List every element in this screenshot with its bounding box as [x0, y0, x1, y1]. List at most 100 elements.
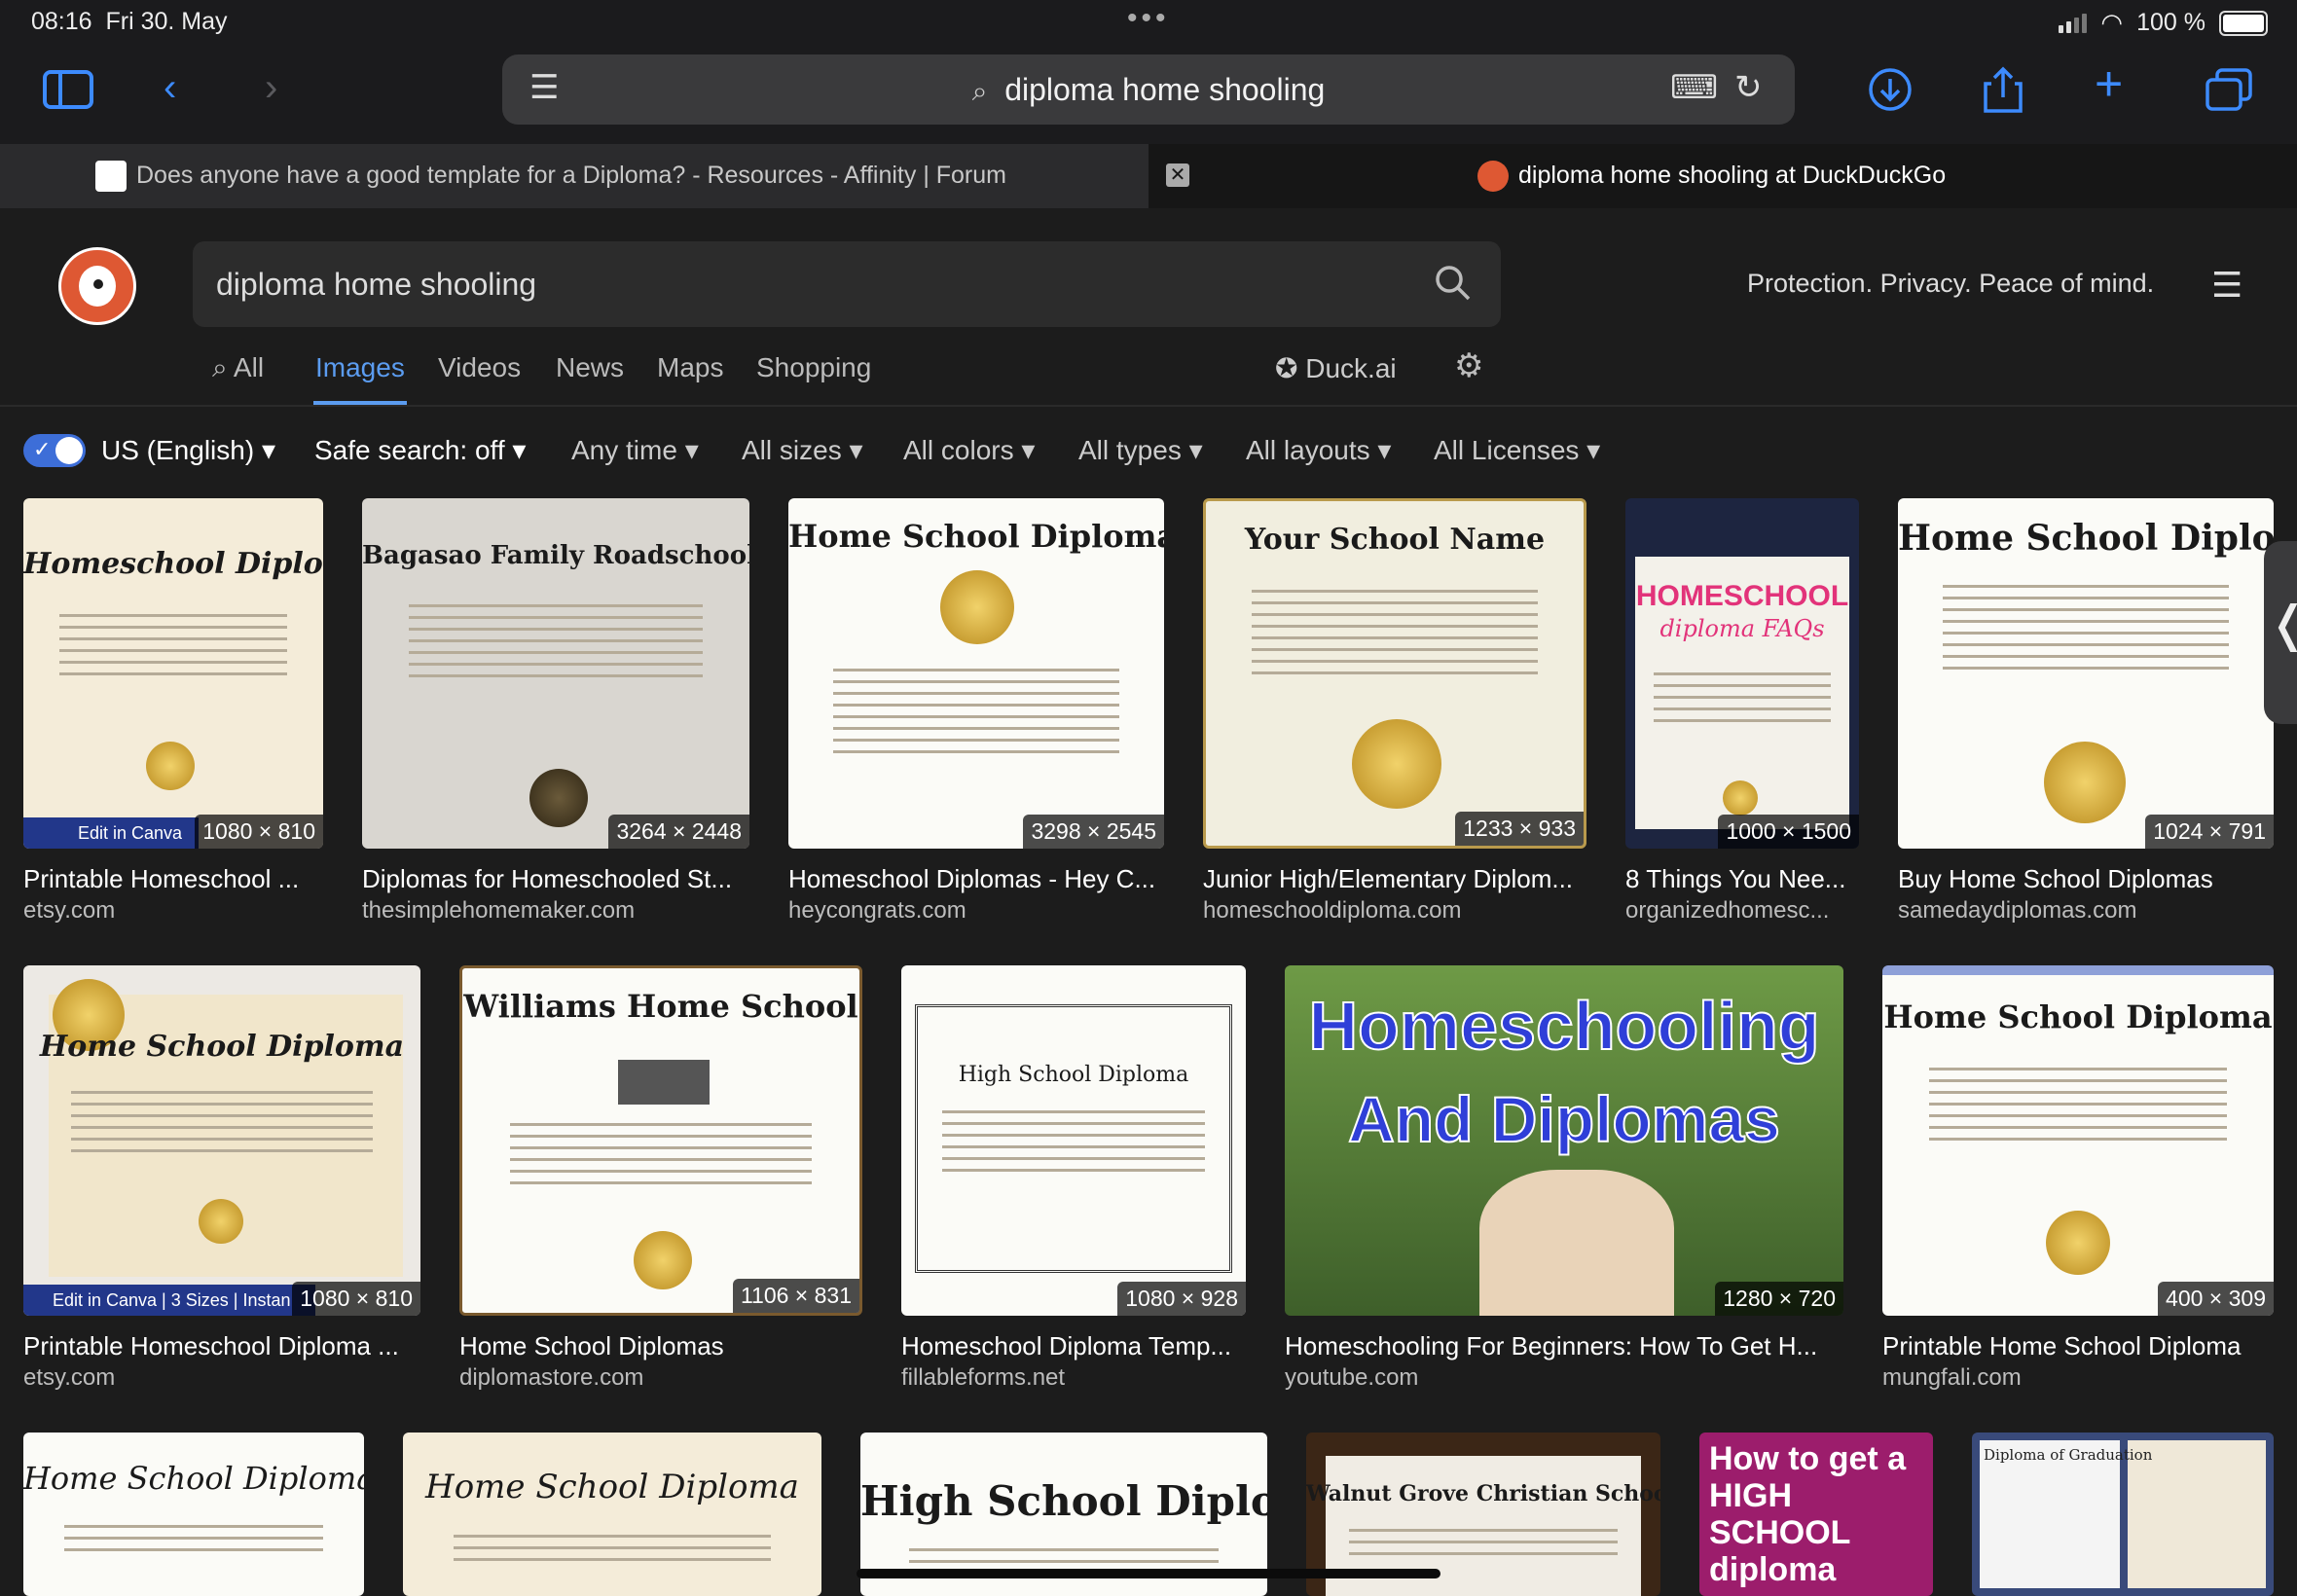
duckduckgo-logo-icon[interactable]: [58, 247, 136, 325]
image-result[interactable]: Home School Diploma: [23, 1433, 364, 1596]
canva-overlay: Edit in Canva | 3 Sizes | Instan: [23, 1285, 315, 1316]
result-domain[interactable]: homeschooldiploma.com: [1203, 897, 1461, 925]
seal-icon: [2044, 742, 2126, 823]
address-bar[interactable]: ☰ ⌕ diploma home shooling ⌨ ↻: [502, 54, 1795, 125]
result-thumbnail[interactable]: Your School Name 1233 × 933: [1203, 498, 1586, 849]
tab-news[interactable]: News: [556, 352, 624, 383]
image-result[interactable]: Home School Diploma 3298 × 2545 Homescho…: [788, 498, 1164, 926]
image-result[interactable]: Homeschool Diploma Edit in Canva 1080 × …: [23, 498, 323, 926]
tab-all[interactable]: ⌕ All: [212, 352, 264, 384]
home-indicator[interactable]: [857, 1569, 1440, 1578]
image-result[interactable]: High School Diploma 1080 × 928 Homeschoo…: [901, 965, 1246, 1394]
result-domain[interactable]: heycongrats.com: [788, 897, 966, 925]
result-thumbnail[interactable]: HOMESCHOOL diploma FAQs 1000 × 1500: [1625, 498, 1859, 849]
image-result[interactable]: Home School Diploma 1024 × 791 Buy Home …: [1898, 498, 2274, 926]
result-title[interactable]: Homeschool Diplomas - Hey C...: [788, 864, 1155, 894]
status-right: ◠ 100 %: [2059, 8, 2268, 38]
region-filter[interactable]: US (English) ▾: [101, 434, 275, 466]
seal-icon: [146, 742, 195, 790]
result-domain[interactable]: etsy.com: [23, 1364, 115, 1392]
result-thumbnail[interactable]: Home School Diploma: [23, 1433, 364, 1596]
result-title[interactable]: Homeschooling For Beginners: How To Get …: [1285, 1331, 1817, 1361]
tab-images[interactable]: Images: [315, 352, 405, 383]
multitasking-dots-icon[interactable]: •••: [1127, 2, 1170, 35]
tab-duckduckgo[interactable]: ✕ diploma home shooling at DuckDuckGo: [1148, 144, 2297, 208]
tab-shopping[interactable]: Shopping: [756, 352, 871, 383]
check-icon: ✓: [33, 437, 52, 461]
result-thumbnail[interactable]: Home School Diploma 1024 × 791: [1898, 498, 2274, 849]
result-domain[interactable]: thesimplehomemaker.com: [362, 897, 635, 925]
reload-icon[interactable]: ↻: [1734, 68, 1763, 107]
tab-videos[interactable]: Videos: [438, 352, 521, 383]
battery-percent: 100 %: [2136, 9, 2206, 36]
duck-ai-link[interactable]: ✪ Duck.ai: [1275, 352, 1397, 384]
result-title[interactable]: Diplomas for Homeschooled St...: [362, 864, 732, 894]
color-filter[interactable]: All colors ▾: [903, 434, 1035, 466]
image-result[interactable]: Williams Home School 1106 × 831 Home Sch…: [459, 965, 862, 1394]
result-title[interactable]: Printable Homeschool ...: [23, 864, 299, 894]
result-thumbnail[interactable]: High School Diploma 1080 × 928: [901, 965, 1246, 1316]
result-thumbnail[interactable]: Home School Diploma 3298 × 2545: [788, 498, 1164, 849]
result-title[interactable]: Home School Diplomas: [459, 1331, 724, 1361]
result-title[interactable]: Printable Home School Diploma: [1882, 1331, 2242, 1361]
hamburger-menu-icon[interactable]: ☰: [2211, 265, 2242, 306]
download-icon[interactable]: [1867, 66, 1914, 120]
result-domain[interactable]: mungfali.com: [1882, 1364, 2022, 1392]
side-panel-handle[interactable]: ❬: [2264, 541, 2297, 724]
image-result[interactable]: How to get a HIGH SCHOOL diploma: [1699, 1433, 1933, 1596]
result-thumbnail[interactable]: Home School Diploma: [403, 1433, 821, 1596]
result-thumbnail[interactable]: Diploma of Graduation: [1972, 1433, 2274, 1596]
layout-filter[interactable]: All layouts ▾: [1246, 434, 1391, 466]
result-domain[interactable]: organizedhomesc...: [1625, 897, 1829, 925]
search-icon[interactable]: [1435, 265, 1472, 310]
result-title[interactable]: Homeschool Diploma Temp...: [901, 1331, 1231, 1361]
result-domain[interactable]: etsy.com: [23, 897, 115, 925]
search-input[interactable]: diploma home shooling: [193, 241, 1501, 327]
tab-affinity-forum[interactable]: Does anyone have a good template for a D…: [0, 144, 1148, 208]
type-filter[interactable]: All types ▾: [1078, 434, 1203, 466]
image-result[interactable]: Home School Diploma Edit in Canva | 3 Si…: [23, 965, 420, 1394]
time-filter[interactable]: Any time ▾: [571, 434, 699, 466]
search-icon: ⌕: [212, 352, 228, 382]
image-result[interactable]: Bagasao Family Roadschool 3264 × 2448 Di…: [362, 498, 749, 926]
ddg-favicon-icon: [1477, 161, 1509, 192]
result-domain[interactable]: diplomastore.com: [459, 1364, 643, 1392]
seal-icon: [1352, 719, 1441, 809]
image-result[interactable]: Your School Name 1233 × 933 Junior High/…: [1203, 498, 1586, 926]
result-title[interactable]: Printable Homeschool Diploma ...: [23, 1331, 399, 1361]
result-thumbnail[interactable]: Home School Diploma Edit in Canva | 3 Si…: [23, 965, 420, 1316]
image-result[interactable]: Diploma of Graduation: [1972, 1433, 2274, 1596]
sidebar-icon[interactable]: [43, 68, 93, 118]
share-icon[interactable]: [1982, 66, 2024, 120]
new-tab-icon[interactable]: +: [2095, 59, 2123, 108]
image-result[interactable]: Home School Diploma 400 × 309 Printable …: [1882, 965, 2274, 1394]
size-filter[interactable]: All sizes ▾: [742, 434, 863, 466]
tabs-overview-icon[interactable]: [2206, 68, 2252, 120]
address-text[interactable]: ⌕ diploma home shooling: [502, 72, 1795, 108]
region-toggle[interactable]: ✓: [23, 434, 86, 467]
result-thumbnail[interactable]: How to get a HIGH SCHOOL diploma: [1699, 1433, 1933, 1596]
image-result[interactable]: Homeschooling And Diplomas 1280 × 720 Ho…: [1285, 965, 1843, 1394]
result-thumbnail[interactable]: Home School Diploma 400 × 309: [1882, 965, 2274, 1316]
settings-gear-icon[interactable]: ⚙: [1454, 346, 1483, 385]
translate-icon[interactable]: ⌨: [1670, 68, 1718, 107]
result-title[interactable]: 8 Things You Nee...: [1625, 864, 1845, 894]
license-filter[interactable]: All Licenses ▾: [1434, 434, 1600, 466]
forward-icon[interactable]: ›: [265, 68, 277, 107]
result-domain[interactable]: samedaydiplomas.com: [1898, 897, 2136, 925]
image-result[interactable]: Home School Diploma: [403, 1433, 821, 1596]
result-thumbnail[interactable]: Bagasao Family Roadschool 3264 × 2448: [362, 498, 749, 849]
result-domain[interactable]: youtube.com: [1285, 1364, 1418, 1392]
close-tab-icon[interactable]: ✕: [1166, 163, 1189, 187]
tagline[interactable]: Protection. Privacy. Peace of mind.: [1747, 269, 2154, 299]
result-thumbnail[interactable]: Homeschool Diploma Edit in Canva 1080 × …: [23, 498, 323, 849]
tab-maps[interactable]: Maps: [657, 352, 723, 383]
back-icon[interactable]: ‹: [164, 68, 176, 107]
result-title[interactable]: Buy Home School Diplomas: [1898, 864, 2213, 894]
image-result[interactable]: HOMESCHOOL diploma FAQs 1000 × 1500 8 Th…: [1625, 498, 1859, 926]
safe-search-filter[interactable]: Safe search: off ▾: [314, 434, 526, 466]
result-thumbnail[interactable]: Williams Home School 1106 × 831: [459, 965, 862, 1316]
result-thumbnail[interactable]: Homeschooling And Diplomas 1280 × 720: [1285, 965, 1843, 1316]
result-title[interactable]: Junior High/Elementary Diplom...: [1203, 864, 1573, 894]
result-domain[interactable]: fillableforms.net: [901, 1364, 1065, 1392]
